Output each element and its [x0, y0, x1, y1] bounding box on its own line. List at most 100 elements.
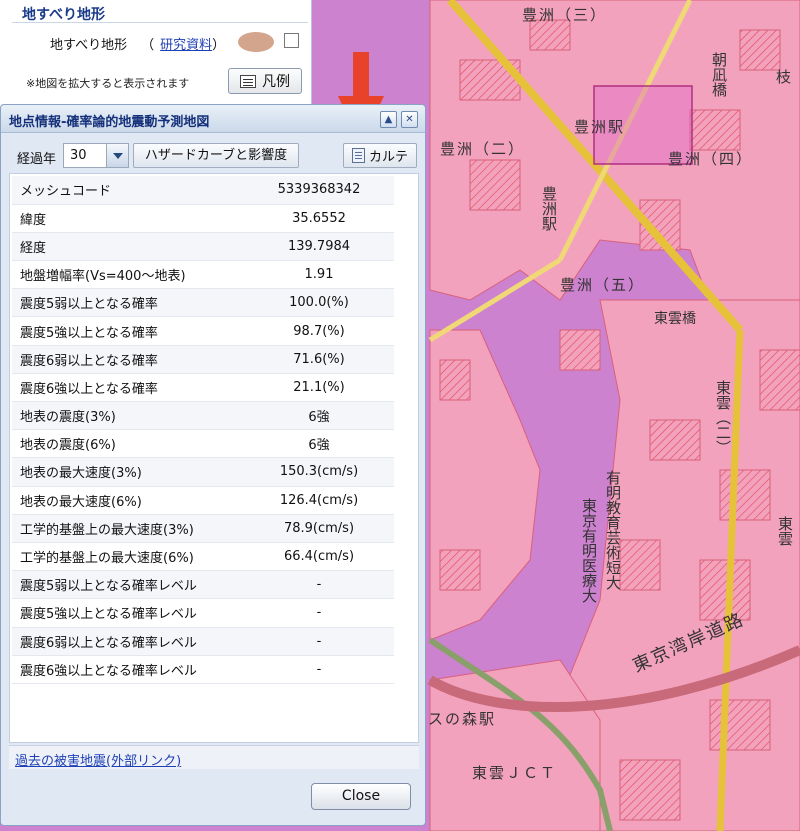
document-icon — [351, 148, 365, 163]
map-label-toyosu-station: 豊洲駅 — [574, 118, 626, 136]
section-divider — [12, 22, 308, 23]
row-value: 21.1(%) — [244, 373, 394, 403]
map-label-asakaze-bridge: 朝凪橋 — [710, 52, 728, 97]
map-label-toyosu5: 豊洲（五） — [560, 276, 646, 294]
row-key: 経度 — [12, 232, 244, 262]
row-key: 地表の震度(6%) — [12, 429, 244, 459]
table-row: 震度5強以上となる確率レベル - — [12, 598, 394, 628]
info-table: メッシュコード 5339368342 緯度 35.6552 経度 139.7984 地盤増幅… — [12, 176, 394, 684]
row-key: 地表の最大速度(6%) — [12, 486, 244, 515]
table-row: 震度6強以上となる確率 21.1(%) — [12, 373, 394, 403]
row-value: 71.6(%) — [244, 345, 394, 374]
paren-open: （ — [141, 38, 155, 53]
row-key: 震度5強以上となる確率 — [12, 316, 244, 346]
table-row: 震度5強以上となる確率 98.7(%) — [12, 316, 394, 346]
row-value: 6強 — [244, 429, 394, 459]
row-value: 139.7984 — [244, 232, 394, 262]
map-label-higashi-kumo: 東雲 — [776, 516, 794, 546]
table-row: 経度 139.7984 — [12, 232, 394, 262]
table-row: 緯度 35.6552 — [12, 204, 394, 233]
map-label-ariake-college: 有明教育芸術短大 — [604, 470, 622, 590]
row-value: - — [244, 627, 394, 656]
row-value: - — [244, 655, 394, 684]
link-bar: 過去の被害地震(外部リンク) — [9, 745, 419, 769]
table-row: 震度6弱以上となる確率レベル - — [12, 627, 394, 656]
table-row: 地表の最大速度(3%) 150.3(cm/s) — [12, 457, 394, 487]
table-row: 工学的基盤上の最大速度(6%) 66.4(cm/s) — [12, 542, 394, 572]
table-row: 地表の最大速度(6%) 126.4(cm/s) — [12, 486, 394, 515]
row-value: 150.3(cm/s) — [244, 457, 394, 487]
row-key: メッシュコード — [12, 176, 244, 205]
map-label-shinonome-jct: 東雲ＪＣＴ — [472, 764, 558, 782]
row-value: 35.6552 — [244, 204, 394, 233]
map-label-shinonome-bridge: 東雲橋 — [654, 311, 696, 327]
dialog-titlebar[interactable]: 地点情報-確率論的地震動予測地図 ▲ ✕ — [1, 105, 425, 133]
dialog-title: 地点情報-確率論的地震動予測地図 — [9, 115, 210, 130]
table-row: メッシュコード 5339368342 — [12, 176, 394, 205]
row-key: 緯度 — [12, 204, 244, 233]
layer-panel: 地すべり地形 地すべり地形 （ 研究資料 ） ※地図を拡大すると表示されます 凡… — [0, 0, 312, 108]
row-value: - — [244, 570, 394, 600]
past-earthquakes-link[interactable]: 過去の被害地震(外部リンク) — [15, 750, 181, 769]
layer-color-swatch — [238, 32, 274, 52]
row-key: 震度5弱以上となる確率 — [12, 288, 244, 318]
elapsed-years-select[interactable]: 30 — [63, 143, 129, 168]
elapsed-years-label: 経過年 — [17, 152, 57, 167]
info-table-panel[interactable]: メッシュコード 5339368342 緯度 35.6552 経度 139.7984 地盤増幅… — [9, 173, 419, 743]
row-value: 100.0(%) — [244, 288, 394, 318]
map-label-mori-station: スの森駅 — [428, 710, 497, 728]
close-icon[interactable]: ✕ — [401, 111, 418, 128]
table-row: 震度6強以上となる確率レベル - — [12, 655, 394, 684]
landslide-layer-row: 地すべり地形 （ 研究資料 ） — [50, 34, 225, 53]
row-value: 98.7(%) — [244, 316, 394, 346]
map-label-shinonome2: 東雲（二） — [714, 380, 732, 455]
map-label-kita: 枝 — [776, 68, 794, 86]
karte-button[interactable]: カルテ — [343, 143, 417, 168]
layer-visibility-checkbox[interactable] — [284, 33, 299, 48]
legend-icon — [240, 74, 256, 88]
row-value: 78.9(cm/s) — [244, 514, 394, 543]
legend-label: 凡例 — [262, 74, 290, 90]
row-value: 5339368342 — [244, 176, 394, 205]
map-label-toyosu4: 豊洲（四） — [668, 150, 754, 168]
row-value: 66.4(cm/s) — [244, 542, 394, 572]
row-key: 地表の最大速度(3%) — [12, 457, 244, 487]
row-value: 1.91 — [244, 260, 394, 290]
row-value: 6強 — [244, 401, 394, 431]
legend-button[interactable]: 凡例 — [228, 68, 302, 94]
research-materials-link[interactable]: 研究資料 — [160, 34, 212, 53]
row-key: 震度6強以上となる確率レベル — [12, 655, 244, 684]
table-row: 震度6弱以上となる確率 71.6(%) — [12, 345, 394, 374]
row-key: 震度6弱以上となる確率レベル — [12, 627, 244, 656]
row-value: - — [244, 598, 394, 628]
row-key: 工学的基盤上の最大速度(3%) — [12, 514, 244, 543]
zoom-note: ※地図を拡大すると表示されます — [26, 77, 190, 90]
point-info-dialog: 地点情報-確率論的地震動予測地図 ▲ ✕ 経過年 30 ハザードカーブと影響度 … — [0, 104, 426, 826]
dialog-toolbar: 経過年 30 ハザードカーブと影響度 カルテ — [9, 141, 419, 171]
row-key: 地表の震度(3%) — [12, 401, 244, 431]
elapsed-years-value: 30 — [70, 148, 87, 163]
chevron-down-icon[interactable] — [106, 144, 128, 167]
row-key: 震度5強以上となる確率レベル — [12, 598, 244, 628]
row-key: 震度5弱以上となる確率レベル — [12, 570, 244, 600]
row-key: 地盤増幅率(Vs=400～地表) — [12, 260, 244, 290]
row-key: 震度6強以上となる確率 — [12, 373, 244, 403]
map-label-toyosu3: 豊洲（三） — [522, 6, 608, 24]
collapse-button[interactable]: ▲ — [380, 111, 397, 128]
close-button[interactable]: Close — [311, 783, 411, 810]
table-row: 地盤増幅率(Vs=400～地表) 1.91 — [12, 260, 394, 290]
table-row: 地表の震度(6%) 6強 — [12, 429, 394, 459]
section-title: 地すべり地形 — [22, 7, 106, 23]
map-label-toyosu2: 豊洲（二） — [440, 140, 526, 158]
paren-close: ） — [212, 38, 226, 53]
karte-label: カルテ — [368, 150, 408, 165]
row-key: 震度6弱以上となる確率 — [12, 345, 244, 374]
map-label-toyosu-station-vertical: 豊洲駅 — [540, 186, 558, 231]
layer-name: 地すべり地形 — [50, 38, 128, 53]
row-key: 工学的基盤上の最大速度(6%) — [12, 542, 244, 572]
table-row: 震度5弱以上となる確率 100.0(%) — [12, 288, 394, 318]
row-value: 126.4(cm/s) — [244, 486, 394, 515]
table-row: 震度5弱以上となる確率レベル - — [12, 570, 394, 600]
table-row: 地表の震度(3%) 6強 — [12, 401, 394, 431]
hazard-curve-button[interactable]: ハザードカーブと影響度 — [133, 143, 299, 168]
